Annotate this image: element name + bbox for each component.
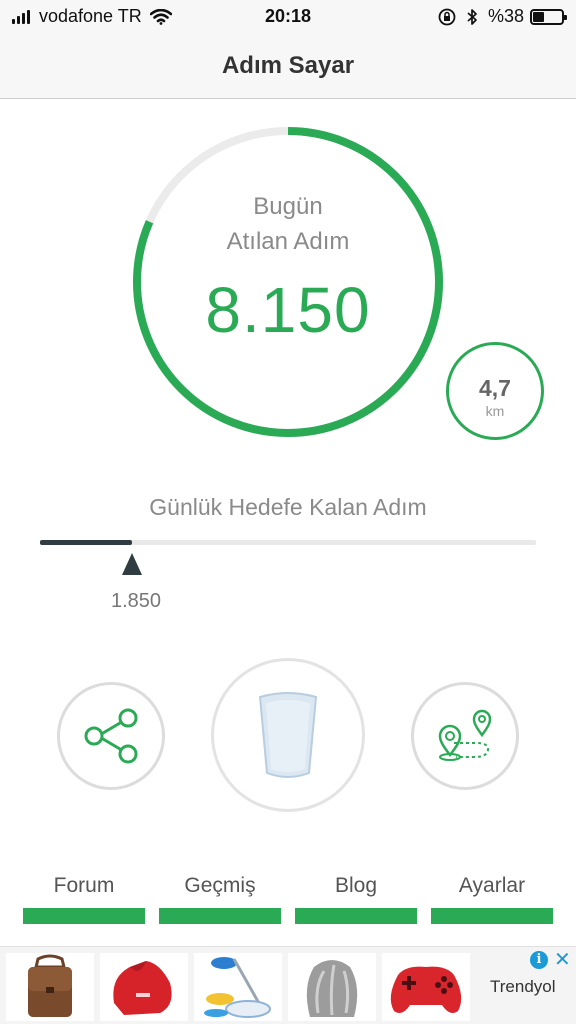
ad-banner[interactable]: i ✕ Trendyol [0, 946, 576, 1024]
goal-progress-track [40, 540, 536, 545]
ad-choices[interactable]: i ✕ [530, 950, 571, 970]
goal-marker-icon [122, 553, 142, 575]
menu-item-history[interactable]: Geçmiş [159, 872, 281, 928]
share-icon [84, 708, 138, 764]
bag-image [28, 954, 72, 1017]
goal-label: Günlük Hedefe Kalan Adım [149, 494, 427, 520]
menu-item-label: Geçmiş [184, 874, 256, 897]
ring-text: Bugün Atılan Adım 8.150 [133, 127, 443, 437]
bottom-menu: Forum Geçmiş Blog Ayarlar [0, 872, 576, 928]
menu-item-blog[interactable]: Blog [295, 872, 417, 928]
steps-label: Atılan Adım [226, 228, 350, 255]
bluetooth-icon [467, 8, 477, 25]
distance-value: 4,7 [479, 375, 511, 401]
step-ring: Bugün Atılan Adım 8.150 [133, 127, 443, 437]
ad-product-mop[interactable] [194, 953, 282, 1021]
menu-item-settings[interactable]: Ayarlar [431, 872, 553, 928]
game-controller-image [390, 966, 462, 1013]
menu-item-bar [159, 908, 281, 924]
distance-badge[interactable]: 4,7 km [446, 342, 544, 440]
share-button[interactable] [57, 682, 165, 790]
battery-fill [533, 11, 544, 22]
battery-icon [530, 8, 567, 25]
status-right: %38 [438, 6, 567, 27]
today-label: Bugün [253, 193, 323, 220]
status-bar: vodafone TR 20:18 %38 [0, 0, 576, 34]
fur-image [306, 960, 358, 1017]
menu-item-bar [431, 908, 553, 924]
ad-product-bag[interactable] [6, 953, 94, 1021]
step-count: 8.150 [205, 274, 371, 346]
water-cup-icon [258, 692, 318, 778]
info-icon[interactable]: i [530, 951, 548, 969]
ad-product-controller[interactable] [382, 953, 470, 1021]
route-button[interactable] [411, 682, 519, 790]
menu-item-bar [23, 908, 145, 924]
ad-product-fur[interactable] [288, 953, 376, 1021]
water-button[interactable] [211, 658, 365, 812]
route-map-icon [438, 709, 492, 761]
remaining-steps: 1.850 [110, 590, 162, 612]
goal-progress-fill [40, 540, 132, 545]
ad-brand-name[interactable]: Trendyol [490, 977, 572, 997]
camera-case-image [113, 961, 172, 1015]
orientation-lock-icon [438, 8, 456, 25]
menu-item-label: Forum [53, 874, 115, 897]
ad-product-camera-case[interactable] [100, 953, 188, 1021]
menu-item-forum[interactable]: Forum [23, 872, 145, 928]
battery-percent: %38 [487, 6, 524, 26]
distance-unit: km [485, 403, 505, 419]
close-icon[interactable]: ✕ [554, 950, 571, 970]
page-title: Adım Sayar [221, 52, 355, 79]
menu-item-label: Blog [334, 874, 378, 897]
nav-bar: Adım Sayar [0, 34, 576, 99]
menu-item-bar [295, 908, 417, 924]
menu-item-label: Ayarlar [458, 874, 526, 897]
mop-image [204, 957, 271, 1018]
